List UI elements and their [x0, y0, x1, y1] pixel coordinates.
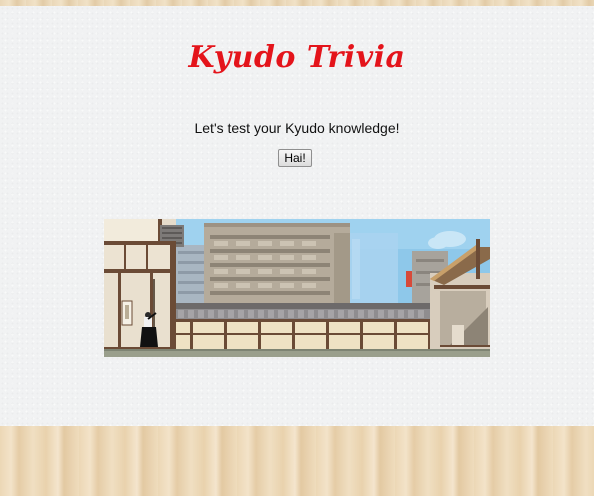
wood-floor-background — [0, 426, 594, 496]
page-title: Kyudo Trivia — [188, 40, 406, 75]
start-button[interactable]: Hai! — [278, 149, 312, 167]
kyudo-dojo-illustration — [104, 219, 490, 357]
page-subtitle: Let's test your Kyudo knowledge! — [194, 120, 400, 136]
